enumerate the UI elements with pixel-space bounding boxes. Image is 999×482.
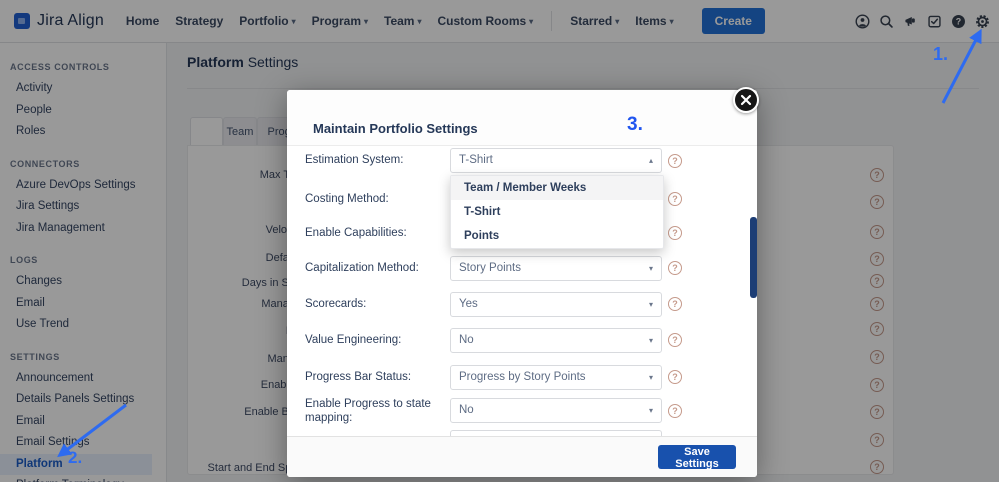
help-icon[interactable]: ? <box>668 370 682 384</box>
help-icon[interactable]: ? <box>668 226 682 240</box>
field-label-estimation-system: Estimation System: <box>305 154 443 168</box>
chevron-down-icon: ▾ <box>649 366 653 389</box>
capitalization-method-select[interactable]: Story Points ▾ <box>450 256 662 281</box>
dropdown-option-t-shirt[interactable]: T-Shirt <box>451 200 663 224</box>
app-window: Jira Align Home Strategy Portfolio▾ Prog… <box>0 0 999 482</box>
close-icon[interactable] <box>733 87 759 113</box>
help-icon[interactable]: ? <box>668 297 682 311</box>
modal-title: Maintain Portfolio Settings <box>313 121 478 136</box>
help-icon[interactable]: ? <box>668 404 682 418</box>
field-label-value-engineering: Value Engineering: <box>305 334 443 348</box>
enable-progress-to-state-mapping-select[interactable]: No ▾ <box>450 398 662 423</box>
help-icon[interactable]: ? <box>668 154 682 168</box>
dropdown-option-points[interactable]: Points <box>451 224 663 248</box>
save-settings-button[interactable]: Save Settings <box>658 445 736 469</box>
progress-bar-status-select[interactable]: Progress by Story Points ▾ <box>450 365 662 390</box>
help-icon[interactable]: ? <box>668 192 682 206</box>
field-label-scorecards: Scorecards: <box>305 298 443 312</box>
field-label-capitalization-method: Capitalization Method: <box>305 262 443 276</box>
dropdown-option-team-member-weeks[interactable]: Team / Member Weeks <box>451 176 663 200</box>
value-engineering-select[interactable]: No ▾ <box>450 328 662 353</box>
chevron-down-icon: ▾ <box>649 399 653 422</box>
scorecards-select[interactable]: Yes ▾ <box>450 292 662 317</box>
chevron-up-icon: ▴ <box>649 149 653 172</box>
help-icon[interactable]: ? <box>668 261 682 275</box>
estimation-system-select[interactable]: T-Shirt ▴ <box>450 148 662 173</box>
modal-scrollbar[interactable] <box>750 217 757 298</box>
maintain-portfolio-settings-modal: Maintain Portfolio Settings 3. Estimatio… <box>287 90 757 477</box>
modal-header: Maintain Portfolio Settings 3. <box>287 90 757 146</box>
help-icon[interactable]: ? <box>668 333 682 347</box>
estimation-system-dropdown-menu: Team / Member Weeks T-Shirt Points <box>450 175 664 249</box>
field-label-enable-progress-to-state-mapping: Enable Progress to state mapping: <box>305 398 443 425</box>
field-label-progress-bar-status: Progress Bar Status: <box>305 371 443 385</box>
modal-footer: Save Settings <box>287 436 757 477</box>
field-label-enable-capabilities: Enable Capabilities: <box>305 227 443 241</box>
field-label-costing-method: Costing Method: <box>305 193 443 207</box>
chevron-down-icon: ▾ <box>649 329 653 352</box>
annotation-step-3: 3. <box>627 114 643 136</box>
chevron-down-icon: ▾ <box>649 293 653 316</box>
chevron-down-icon: ▾ <box>649 257 653 280</box>
